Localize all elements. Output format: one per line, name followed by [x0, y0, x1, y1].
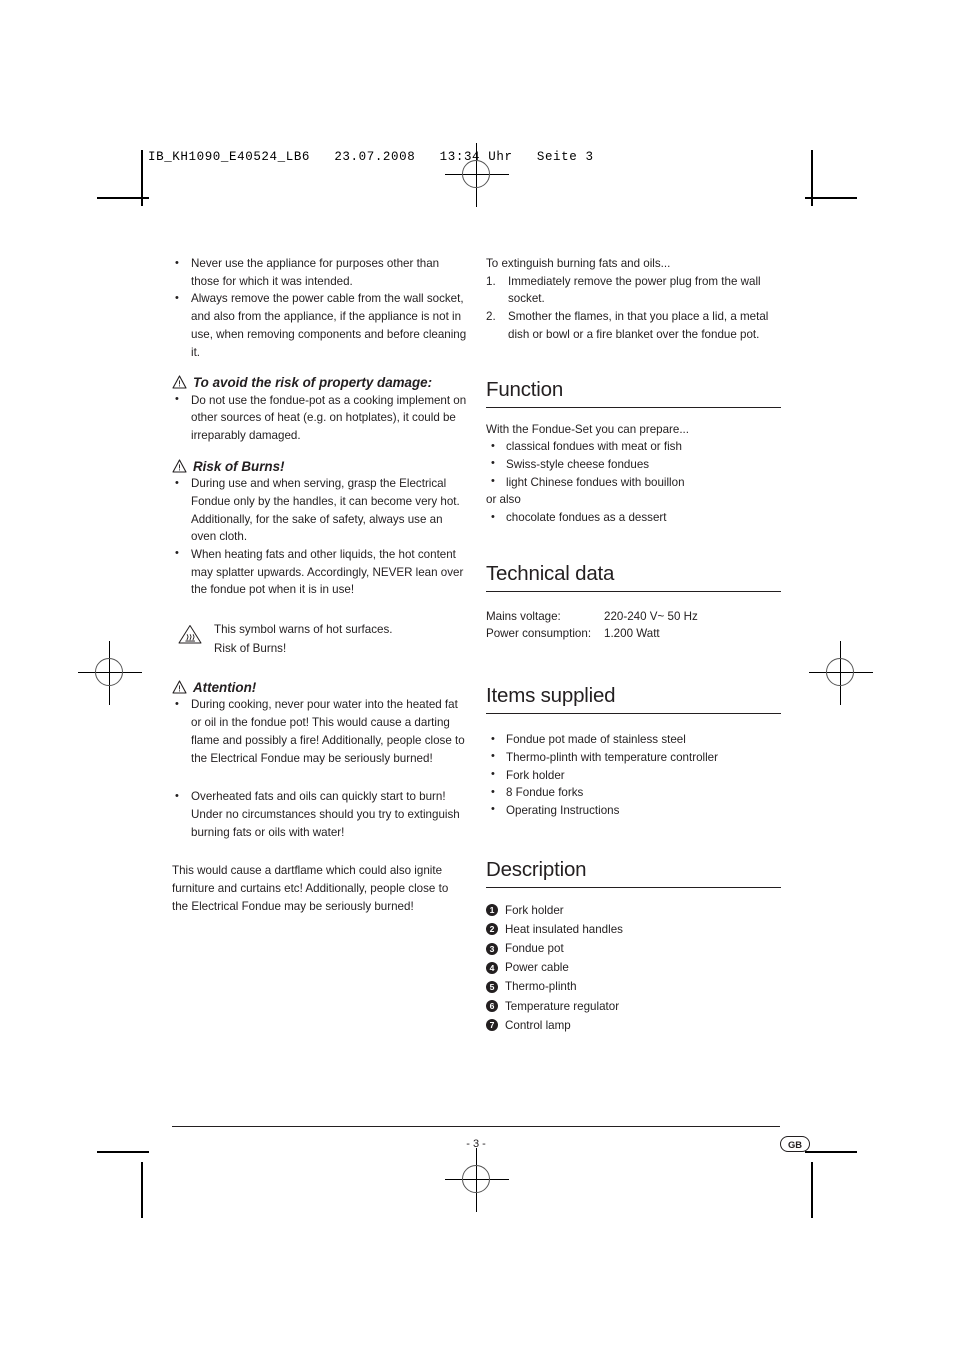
- list-item: 5 Thermo-plinth: [486, 977, 781, 996]
- hot-surface-note-line2: Risk of Burns!: [214, 642, 287, 656]
- part-label: Control lamp: [505, 1018, 571, 1032]
- extinguish-step-list: Immediately remove the power plug from t…: [486, 273, 781, 344]
- table-row: Power consumption: 1.200 Watt: [486, 625, 781, 643]
- attention-heading-text: Attention!: [193, 680, 257, 696]
- description-part-list: 1 Fork holder 2 Heat insulated handles 3…: [486, 901, 781, 1035]
- list-item: light Chinese fondues with bouillon: [486, 473, 781, 492]
- section-heading-items-supplied: Items supplied: [486, 684, 781, 715]
- section-heading-description: Description: [486, 858, 781, 888]
- page-number: - 3 -: [466, 1138, 486, 1150]
- list-item: Fork holder: [486, 766, 781, 785]
- list-item: 6 Temperature regulator: [486, 997, 781, 1016]
- technical-data-table: Mains voltage: 220-240 V~ 50 Hz Power co…: [486, 608, 781, 643]
- part-label: Heat insulated handles: [505, 922, 623, 936]
- property-damage-heading: To avoid the risk of property damage:: [172, 374, 467, 391]
- spec-key: Mains voltage:: [486, 609, 561, 623]
- list-item: classical fondues with meat or fish: [486, 438, 781, 456]
- list-item: 8 Fondue forks: [486, 784, 781, 802]
- list-item: Swiss-style cheese fondues: [486, 455, 781, 474]
- part-number-badge: 4: [486, 961, 498, 974]
- section-heading-function: Function: [486, 378, 781, 408]
- part-label: Fork holder: [505, 903, 564, 917]
- list-item: Never use the appliance for purposes oth…: [172, 254, 467, 290]
- attention-bullet-list-first: During cooking, never pour water into th…: [172, 696, 467, 767]
- list-item: 2 Heat insulated handles: [486, 920, 781, 939]
- list-item: Overheated fats and oils can quickly sta…: [172, 788, 467, 841]
- language-badge: GB: [780, 1136, 810, 1152]
- list-item: During cooking, never pour water into th…: [172, 696, 467, 767]
- part-number-badge: 1: [486, 904, 498, 917]
- list-item: Smother the flames, in that you place a …: [486, 308, 769, 341]
- section-heading-technical-data: Technical data: [486, 562, 781, 592]
- part-number-badge: 7: [486, 1019, 498, 1032]
- list-item: 1 Fork holder: [486, 901, 781, 920]
- list-item: Immediately remove the power plug from t…: [486, 273, 761, 306]
- hot-surface-symbol-note: This symbol warns of hot surfaces. Risk …: [172, 620, 467, 658]
- part-number-badge: 2: [486, 923, 498, 936]
- risk-of-burns-bullet-list: During use and when serving, grasp the E…: [172, 475, 467, 599]
- left-column: Never use the appliance for purposes oth…: [172, 254, 467, 916]
- list-item: Do not use the fondue-pot as a cooking i…: [172, 391, 467, 445]
- spec-value: 1.200 Watt: [604, 627, 660, 641]
- list-item: Operating Instructions: [486, 801, 781, 820]
- part-number-badge: 3: [486, 942, 498, 955]
- list-item: Fondue pot made of stainless steel: [486, 731, 781, 749]
- property-damage-bullet-list: Do not use the fondue-pot as a cooking i…: [172, 391, 467, 445]
- list-item: chocolate fondues as a dessert: [486, 509, 781, 527]
- spec-value: 220-240 V~ 50 Hz: [604, 609, 698, 623]
- attention-heading: Attention!: [172, 679, 467, 696]
- list-item: Always remove the power cable from the w…: [172, 290, 467, 361]
- property-damage-heading-text: To avoid the risk of property damage:: [193, 375, 433, 391]
- list-item: 3 Fondue pot: [486, 939, 781, 958]
- document-page: Never use the appliance for purposes oth…: [0, 0, 954, 1350]
- part-number-badge: 5: [486, 981, 498, 994]
- function-intro: With the Fondue-Set you can prepare...: [486, 422, 690, 436]
- attention-closing-paragraph: This would cause a dartflame which could…: [172, 864, 449, 913]
- hot-surface-icon: [177, 623, 203, 652]
- list-item: Thermo-plinth with temperature controlle…: [486, 748, 781, 767]
- function-item-list-secondary: chocolate fondues as a dessert: [486, 509, 781, 527]
- list-item: When heating fats and other liquids, the…: [172, 545, 467, 599]
- spec-key: Power consumption:: [486, 627, 592, 641]
- function-or-also: or also: [486, 493, 521, 507]
- list-item: 4 Power cable: [486, 958, 781, 977]
- risk-of-burns-heading-text: Risk of Burns!: [193, 458, 285, 474]
- hot-surface-note-line1: This symbol warns of hot surfaces.: [214, 623, 393, 637]
- part-label: Fondue pot: [505, 942, 564, 956]
- list-item: 7 Control lamp: [486, 1016, 781, 1035]
- risk-of-burns-heading: Risk of Burns!: [172, 458, 467, 475]
- attention-bullet-list-second: Overheated fats and oils can quickly sta…: [172, 788, 467, 841]
- function-item-list: classical fondues with meat or fish Swis…: [486, 438, 781, 491]
- part-label: Thermo-plinth: [505, 980, 577, 994]
- list-item: During use and when serving, grasp the E…: [172, 475, 467, 546]
- footer-divider: [172, 1126, 780, 1127]
- table-row: Mains voltage: 220-240 V~ 50 Hz: [486, 608, 781, 626]
- safety-bullet-list: Never use the appliance for purposes oth…: [172, 254, 467, 361]
- part-label: Temperature regulator: [505, 999, 620, 1013]
- extinguish-intro: To extinguish burning fats and oils...: [486, 257, 671, 270]
- items-supplied-list: Fondue pot made of stainless steel Therm…: [486, 731, 781, 820]
- right-column: To extinguish burning fats and oils... I…: [486, 255, 781, 1035]
- part-label: Power cable: [505, 961, 569, 975]
- part-number-badge: 6: [486, 1000, 498, 1013]
